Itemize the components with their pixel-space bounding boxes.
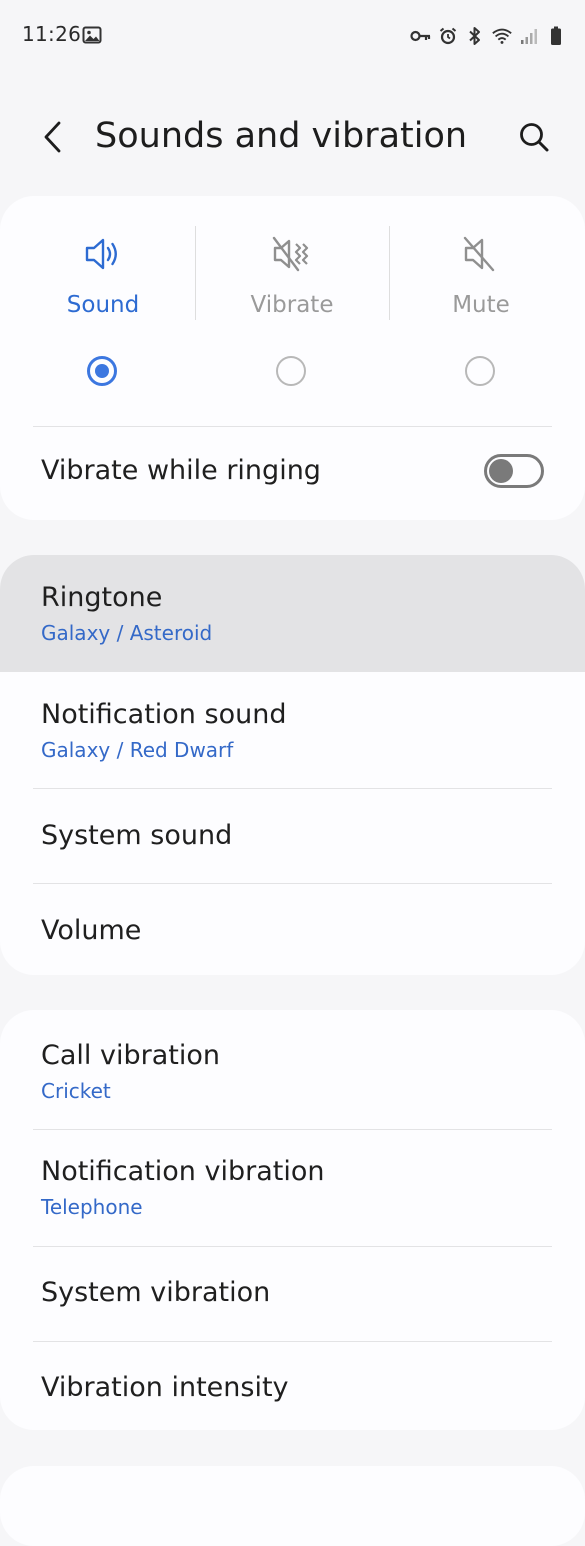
vpn-key-icon <box>410 25 432 47</box>
signal-icon <box>518 25 540 47</box>
chevron-left-icon <box>44 121 61 153</box>
search-icon <box>520 123 549 152</box>
notification-vibration-title: Notification vibration <box>41 1156 325 1187</box>
bluetooth-icon <box>464 25 486 47</box>
mute-mode-label: Mute <box>452 292 510 318</box>
vibrate-while-ringing-row[interactable]: Vibrate while ringing <box>0 427 585 520</box>
sound-mode-selector: Sound Vibrate Mute <box>0 196 585 426</box>
sound-mode-radio[interactable] <box>87 356 117 386</box>
mute-mode-radio[interactable] <box>465 356 495 386</box>
image-icon <box>82 25 102 45</box>
system-sound-title: System sound <box>41 820 233 851</box>
vibration-card: Call vibration Cricket Notification vibr… <box>0 1010 585 1430</box>
sound-mode-option-vibrate[interactable]: Vibrate <box>197 196 387 426</box>
call-vibration-value: Cricket <box>41 1079 111 1103</box>
notification-sound-value: Galaxy / Red Dwarf <box>41 738 234 762</box>
notification-vibration-row[interactable]: Notification vibration Telephone <box>0 1130 585 1246</box>
vibration-intensity-title: Vibration intensity <box>41 1372 289 1403</box>
mute-icon <box>461 234 501 274</box>
ringtone-value: Galaxy / Asteroid <box>41 621 213 645</box>
system-vibration-title: System vibration <box>41 1277 271 1308</box>
back-button[interactable] <box>30 114 76 160</box>
sound-mode-option-sound[interactable]: Sound <box>8 196 198 426</box>
system-vibration-row[interactable]: System vibration <box>0 1247 585 1341</box>
mode-divider <box>195 226 196 320</box>
status-time: 11:26 <box>22 22 82 46</box>
sounds-card: Ringtone Galaxy / Asteroid Notification … <box>0 555 585 975</box>
vibrate-mode-label: Vibrate <box>250 292 334 318</box>
volume-title: Volume <box>41 915 142 946</box>
volume-row[interactable]: Volume <box>0 884 585 975</box>
vibrate-while-ringing-label: Vibrate while ringing <box>41 455 321 486</box>
alarm-icon <box>437 25 459 47</box>
vibrate-mode-radio[interactable] <box>276 356 306 386</box>
app-header: Sounds and vibration <box>0 92 585 182</box>
page-title: Sounds and vibration <box>95 116 468 156</box>
status-bar: 11:26 <box>0 0 585 72</box>
system-sound-row[interactable]: System sound <box>0 789 585 883</box>
vibrate-icon <box>272 234 312 274</box>
wifi-icon <box>491 25 513 47</box>
search-button[interactable] <box>511 114 557 160</box>
next-settings-card <box>0 1466 585 1546</box>
sound-mode-option-mute[interactable]: Mute <box>386 196 576 426</box>
vibration-intensity-row[interactable]: Vibration intensity <box>0 1342 585 1430</box>
sound-mode-label: Sound <box>66 292 140 318</box>
call-vibration-title: Call vibration <box>41 1040 220 1071</box>
sound-mode-card: Sound Vibrate Mute Vibrate while ringing <box>0 196 585 520</box>
notification-vibration-value: Telephone <box>41 1195 143 1219</box>
battery-icon <box>545 25 567 47</box>
vibrate-while-ringing-toggle[interactable] <box>484 454 544 488</box>
notification-sound-row[interactable]: Notification sound Galaxy / Red Dwarf <box>0 672 585 788</box>
call-vibration-row[interactable]: Call vibration Cricket <box>0 1010 585 1129</box>
ringtone-row[interactable]: Ringtone Galaxy / Asteroid <box>0 555 585 672</box>
ringtone-title: Ringtone <box>41 582 163 613</box>
notification-sound-title: Notification sound <box>41 699 287 730</box>
speaker-icon <box>83 234 123 274</box>
